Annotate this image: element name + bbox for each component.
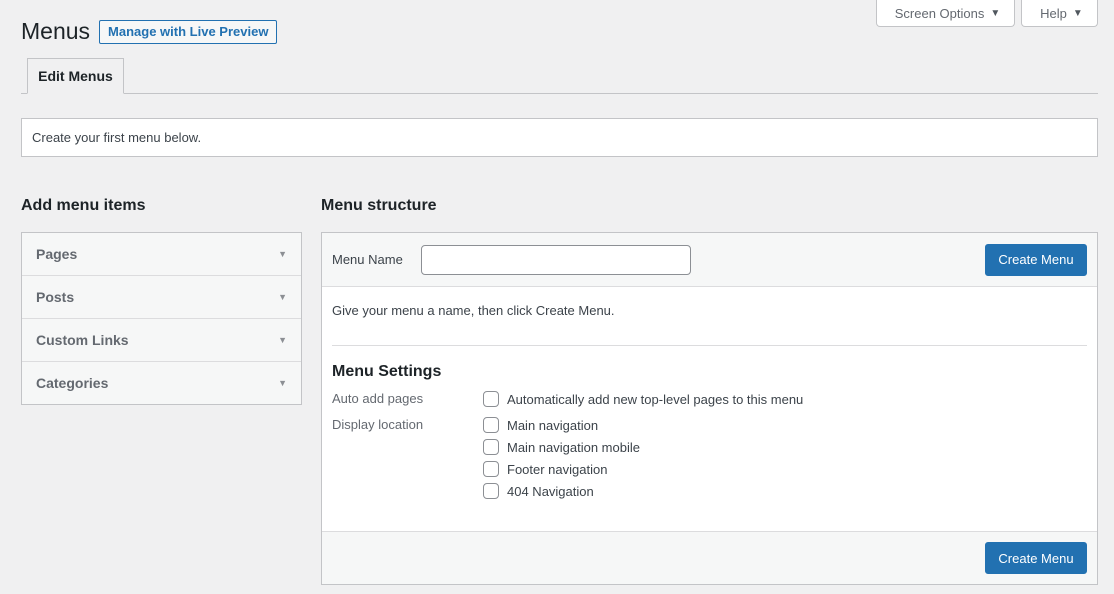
page-title: Menus xyxy=(21,18,91,44)
location-checkbox[interactable] xyxy=(483,417,499,433)
accordion-item-label: Pages xyxy=(36,246,78,262)
screen-options-label: Screen Options xyxy=(894,5,985,21)
accordion-item-label: Posts xyxy=(36,289,75,305)
location-option-footer-navigation[interactable]: Footer navigation xyxy=(483,461,640,477)
auto-add-options: Automatically add new top-level pages to… xyxy=(483,391,803,407)
display-location-label: Display location xyxy=(332,417,424,432)
display-location-options: Main navigation Main navigation mobile F… xyxy=(483,417,640,499)
triangle-down-icon: ▼ xyxy=(278,292,287,302)
triangle-down-icon: ▼ xyxy=(278,378,287,388)
menu-settings-title: Menu Settings xyxy=(332,363,442,380)
notice-text: Create your first menu below. xyxy=(32,130,202,145)
location-option-main-navigation-mobile[interactable]: Main navigation mobile xyxy=(483,439,640,455)
accordion-item-label: Custom Links xyxy=(36,332,129,348)
menu-footer: Create Menu xyxy=(322,531,1097,584)
location-option-main-navigation[interactable]: Main navigation xyxy=(483,417,640,433)
accordion-item-categories[interactable]: Categories ▼ xyxy=(22,362,301,404)
menu-name-input[interactable] xyxy=(420,244,691,275)
display-location-row: Display location Main navigation Main na… xyxy=(332,417,1087,499)
location-checkbox[interactable] xyxy=(483,439,499,455)
menu-header: Menu Name Create Menu xyxy=(322,233,1097,287)
auto-add-checkbox[interactable] xyxy=(483,391,499,407)
auto-add-pages-row: Auto add pages Automatically add new top… xyxy=(332,391,1087,407)
auto-add-option[interactable]: Automatically add new top-level pages to… xyxy=(483,391,803,407)
caret-down-icon: ▼ xyxy=(1072,7,1083,19)
manage-live-preview-button[interactable]: Manage with Live Preview xyxy=(99,20,278,44)
location-label: Main navigation xyxy=(507,417,599,433)
auto-add-option-label: Automatically add new top-level pages to… xyxy=(507,391,804,407)
auto-add-pages-label: Auto add pages xyxy=(332,391,424,406)
accordion-item-pages[interactable]: Pages ▼ xyxy=(22,233,301,276)
nav-tabs: Edit Menus xyxy=(21,58,1098,94)
screen-meta-links: Screen Options ▼ Help ▼ xyxy=(876,0,1098,27)
menu-body: Give your menu a name, then click Create… xyxy=(322,303,1097,499)
location-option-404-navigation[interactable]: 404 Navigation xyxy=(483,483,640,499)
menu-structure-title: Menu structure xyxy=(321,197,437,214)
accordion-item-custom-links[interactable]: Custom Links ▼ xyxy=(22,319,301,362)
help-button[interactable]: Help ▼ xyxy=(1021,0,1098,27)
add-menu-items-accordion: Pages ▼ Posts ▼ Custom Links ▼ Categorie… xyxy=(21,232,302,405)
menu-edit-box: Menu Name Create Menu Give your menu a n… xyxy=(321,232,1098,585)
tab-edit-menus[interactable]: Edit Menus xyxy=(27,58,124,94)
create-menu-button-bottom[interactable]: Create Menu xyxy=(985,542,1087,574)
location-checkbox[interactable] xyxy=(483,483,499,499)
location-label: 404 Navigation xyxy=(507,483,594,499)
screen-options-button[interactable]: Screen Options ▼ xyxy=(876,0,1015,27)
location-checkbox[interactable] xyxy=(483,461,499,477)
location-label: Footer navigation xyxy=(507,461,608,477)
caret-down-icon: ▼ xyxy=(990,7,1001,19)
accordion-item-posts[interactable]: Posts ▼ xyxy=(22,276,301,319)
triangle-down-icon: ▼ xyxy=(278,335,287,345)
help-label: Help xyxy=(1040,5,1067,21)
add-menu-items-title: Add menu items xyxy=(21,197,146,214)
menu-instructions: Give your menu a name, then click Create… xyxy=(332,303,1087,346)
create-menu-button-top[interactable]: Create Menu xyxy=(985,243,1087,276)
triangle-down-icon: ▼ xyxy=(278,249,287,259)
accordion-item-label: Categories xyxy=(36,375,109,391)
menu-name-label: Menu Name xyxy=(332,252,403,267)
location-label: Main navigation mobile xyxy=(507,439,640,455)
page-header: Menus Manage with Live Preview xyxy=(21,17,278,46)
notice-box: Create your first menu below. xyxy=(21,118,1098,157)
